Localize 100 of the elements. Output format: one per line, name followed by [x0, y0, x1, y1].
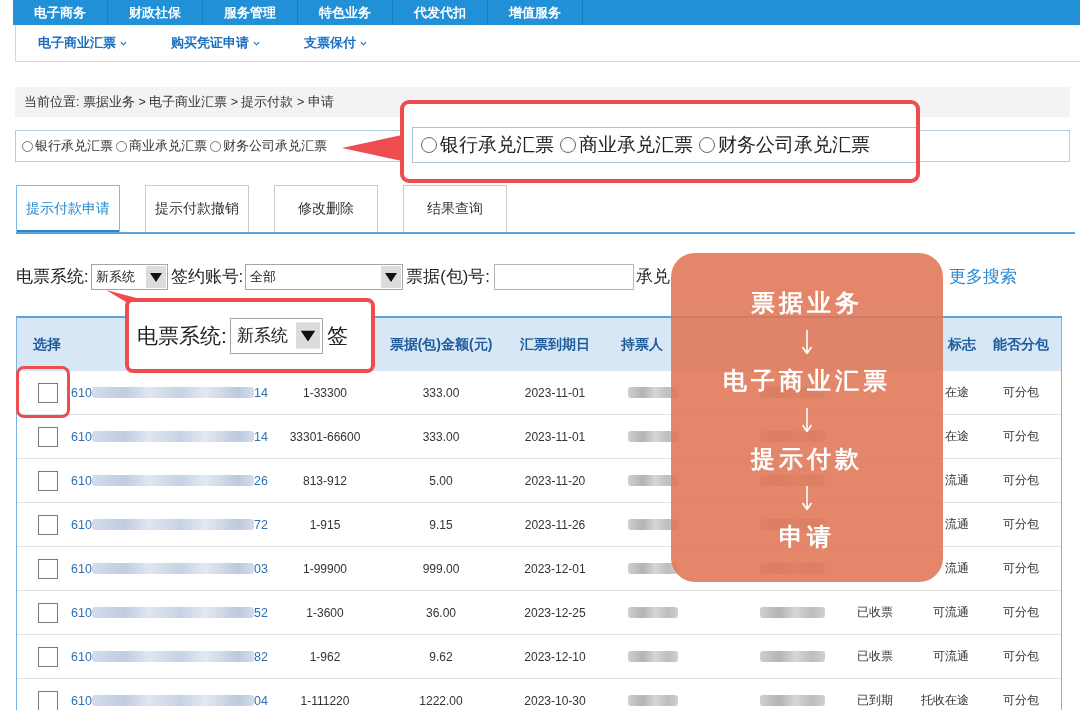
dropdown-menu-button[interactable]: 电子商业汇票 [38, 34, 127, 52]
due-date-text: 2023-10-30 [524, 693, 586, 708]
radio-button[interactable] [421, 137, 437, 153]
nav-tab[interactable]: 特色业务 [298, 0, 393, 25]
due-date-text: 2023-11-20 [524, 473, 586, 488]
down-arrow-icon [801, 486, 813, 510]
caret-icon [145, 266, 166, 288]
status-text: 已到期 [857, 692, 893, 709]
blurred-text-block [628, 651, 678, 662]
due-date-text: 2023-12-10 [524, 649, 586, 664]
range-text: 813-912 [302, 473, 347, 488]
nav-tab[interactable]: 财政社保 [108, 0, 203, 25]
tab[interactable]: 结果查询 [403, 185, 507, 232]
amount-text: 1222.00 [419, 693, 463, 708]
due-date-text: 2023-11-01 [524, 429, 586, 444]
radio-label: 财务公司承兑汇票 [718, 133, 870, 157]
range-text: 1-915 [309, 517, 341, 532]
bill-number-link[interactable]: 610 [71, 473, 92, 488]
circulation-text: 在途 [945, 384, 969, 401]
column-header: 标志 [948, 335, 976, 354]
split-text: 可分包 [1002, 692, 1039, 709]
radio-button[interactable] [116, 140, 127, 152]
checkbox[interactable] [38, 602, 58, 623]
checkbox[interactable] [38, 646, 58, 667]
checkbox[interactable] [38, 558, 58, 579]
checkbox[interactable] [38, 426, 58, 447]
column-header: 票据(包)金额(元) [389, 335, 493, 354]
circulation-text: 可流通 [933, 604, 969, 621]
filter-label: 承兑 [635, 266, 670, 287]
bill-number-link[interactable]: 52 [254, 605, 268, 620]
bill-number-link[interactable]: 26 [254, 473, 268, 488]
radio-button[interactable] [560, 137, 576, 153]
dropdown-menu-button[interactable]: 支票保付 [304, 34, 367, 52]
checkbox[interactable] [38, 470, 58, 491]
bill-number-link[interactable]: 610 [71, 385, 92, 400]
flow-step-text: 申请 [779, 522, 835, 552]
radio-label: 银行承兑汇票 [440, 133, 554, 157]
nav-tab[interactable]: 代发代扣 [393, 0, 488, 25]
more-search-link[interactable]: 更多搜索 [949, 266, 1017, 288]
status-text: 已收票 [857, 648, 893, 665]
dropdown-field[interactable]: 新系统 [229, 317, 323, 354]
input-field[interactable] [493, 264, 634, 290]
amount-text: 5.00 [429, 473, 453, 488]
split-text: 可分包 [1002, 648, 1039, 665]
range-text: 1-33300 [302, 385, 347, 400]
bill-number-link[interactable]: 14 [254, 385, 268, 400]
dropdown-menu-button[interactable]: 购买凭证申请 [171, 34, 260, 52]
chevron-down-icon [360, 40, 367, 46]
split-text: 可分包 [1002, 384, 1039, 401]
bill-number-link[interactable]: 610 [71, 649, 92, 664]
amount-text: 333.00 [422, 429, 460, 444]
split-text: 可分包 [1002, 472, 1039, 489]
due-date-text: 2023-11-01 [524, 385, 586, 400]
bill-number-link[interactable]: 82 [254, 649, 268, 664]
nav-tab[interactable]: 电子商务 [13, 0, 108, 25]
tab[interactable]: 提示付款申请 [16, 185, 120, 232]
radio-button[interactable] [210, 140, 221, 152]
split-text: 可分包 [1002, 604, 1039, 621]
nav-tab[interactable]: 服务管理 [203, 0, 298, 25]
radio-label: 商业承兑汇票 [129, 137, 207, 155]
radio-label: 商业承兑汇票 [579, 133, 693, 157]
tab[interactable]: 修改删除 [274, 185, 378, 232]
radio-label: 财务公司承兑汇票 [223, 137, 327, 155]
blurred-text-block [628, 695, 678, 706]
range-text: 1-111220 [300, 693, 350, 708]
bill-number-link[interactable]: 03 [254, 561, 268, 576]
chevron-down-icon [253, 40, 260, 46]
circulation-text: 托收在途 [921, 692, 969, 709]
checkbox[interactable] [38, 514, 58, 535]
down-arrow-icon [801, 408, 813, 432]
flow-step-text: 票据业务 [751, 288, 863, 318]
amount-text: 9.62 [429, 649, 453, 664]
bill-number-link[interactable]: 72 [254, 517, 268, 532]
filter-label: 签约账号: [170, 266, 244, 287]
filter-label: 签 [326, 322, 348, 349]
radio-button[interactable] [22, 140, 33, 152]
blurred-text-block [628, 607, 678, 618]
caret-icon [381, 266, 402, 288]
bill-number-link[interactable]: 610 [71, 561, 92, 576]
radio-button[interactable] [699, 137, 715, 153]
dropdown-field[interactable]: 全部 [245, 264, 404, 290]
checkbox[interactable] [38, 382, 58, 403]
flow-step-text: 电子商业汇票 [723, 366, 891, 396]
split-text: 可分包 [1002, 428, 1039, 445]
bill-number-link[interactable]: 14 [254, 429, 268, 444]
nav-tab[interactable]: 增值服务 [488, 0, 583, 25]
dropdown-field[interactable]: 新系统 [90, 264, 168, 290]
range-text: 1-3600 [306, 605, 344, 620]
checkbox[interactable] [38, 690, 58, 710]
due-date-text: 2023-11-26 [524, 517, 586, 532]
bill-number-link[interactable]: 610 [71, 429, 92, 444]
bill-number-link[interactable]: 610 [71, 693, 92, 708]
bill-number-link[interactable]: 610 [71, 517, 92, 532]
due-date-text: 2023-12-01 [524, 561, 586, 576]
tab[interactable]: 提示付款撤销 [145, 185, 249, 232]
flow-step-text: 提示付款 [751, 444, 863, 474]
bill-number-link[interactable]: 610 [71, 605, 92, 620]
bill-number-link[interactable]: 04 [254, 693, 268, 708]
blurred-text-block [628, 563, 678, 574]
circulation-text: 流通 [945, 560, 969, 577]
